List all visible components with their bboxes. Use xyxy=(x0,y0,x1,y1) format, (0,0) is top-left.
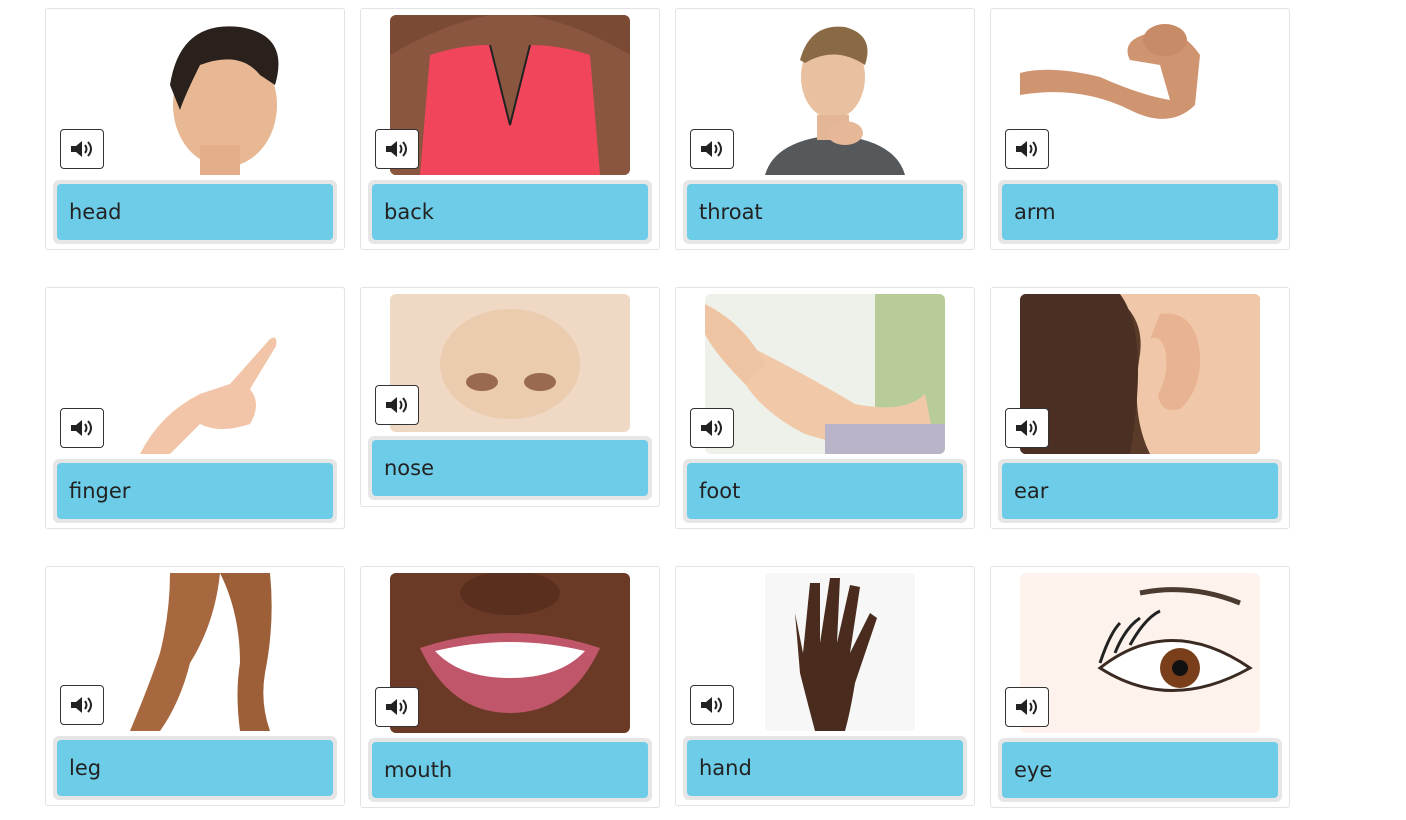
word-label-frame: eye xyxy=(998,738,1282,802)
flashcard-arm: arm xyxy=(990,8,1290,250)
word-label[interactable]: eye xyxy=(1002,742,1278,798)
play-sound-throat-button[interactable] xyxy=(690,129,734,169)
play-sound-arm-button[interactable] xyxy=(1005,129,1049,169)
play-sound-nose-button[interactable] xyxy=(375,385,419,425)
speaker-icon xyxy=(701,420,722,436)
speaker-icon xyxy=(71,420,92,436)
word-label[interactable]: foot xyxy=(687,463,963,519)
play-sound-back-button[interactable] xyxy=(375,129,419,169)
speaker-icon xyxy=(71,141,92,157)
speaker-icon xyxy=(701,141,722,157)
hand-photo xyxy=(705,573,945,731)
flashcard-hand: hand xyxy=(675,566,975,806)
play-sound-ear-button[interactable] xyxy=(1005,408,1049,448)
speaker-icon xyxy=(71,697,92,713)
flashcard-nose: nose xyxy=(360,287,660,507)
word-label-frame: back xyxy=(368,180,652,244)
flashcard-ear: ear xyxy=(990,287,1290,529)
word-label[interactable]: mouth xyxy=(372,742,648,798)
speaker-icon xyxy=(701,697,722,713)
foot-photo xyxy=(705,294,945,454)
word-label[interactable]: head xyxy=(57,184,333,240)
flashcard-finger: finger xyxy=(45,287,345,529)
word-label[interactable]: throat xyxy=(687,184,963,240)
word-label[interactable]: nose xyxy=(372,440,648,496)
play-sound-head-button[interactable] xyxy=(60,129,104,169)
word-label[interactable]: arm xyxy=(1002,184,1278,240)
flashcard-foot: foot xyxy=(675,287,975,529)
word-label-frame: hand xyxy=(683,736,967,800)
word-label-frame: mouth xyxy=(368,738,652,802)
speaker-icon xyxy=(386,397,407,413)
word-label-frame: head xyxy=(53,180,337,244)
head-photo xyxy=(90,15,330,175)
throat-photo xyxy=(705,15,945,175)
finger-photo xyxy=(90,294,330,454)
word-label-frame: finger xyxy=(53,459,337,523)
word-label-frame: foot xyxy=(683,459,967,523)
word-label-frame: ear xyxy=(998,459,1282,523)
mouth-photo xyxy=(390,573,630,733)
speaker-icon xyxy=(386,141,407,157)
speaker-icon xyxy=(386,699,407,715)
ear-photo xyxy=(1020,294,1260,454)
word-label-frame: leg xyxy=(53,736,337,800)
flashcard-back: back xyxy=(360,8,660,250)
word-label[interactable]: finger xyxy=(57,463,333,519)
leg-photo xyxy=(90,573,330,731)
word-label[interactable]: hand xyxy=(687,740,963,796)
play-sound-foot-button[interactable] xyxy=(690,408,734,448)
word-label[interactable]: ear xyxy=(1002,463,1278,519)
flashcard-grid: head back throat arm finger nose foot ea… xyxy=(0,0,1406,820)
speaker-icon xyxy=(1016,699,1037,715)
nose-photo xyxy=(390,294,630,432)
play-sound-finger-button[interactable] xyxy=(60,408,104,448)
play-sound-mouth-button[interactable] xyxy=(375,687,419,727)
flashcard-leg: leg xyxy=(45,566,345,806)
back-photo xyxy=(390,15,630,175)
flashcard-eye: eye xyxy=(990,566,1290,808)
word-label-frame: arm xyxy=(998,180,1282,244)
speaker-icon xyxy=(1016,141,1037,157)
play-sound-hand-button[interactable] xyxy=(690,685,734,725)
word-label[interactable]: back xyxy=(372,184,648,240)
flashcard-mouth: mouth xyxy=(360,566,660,808)
arm-photo xyxy=(1020,15,1260,175)
flashcard-head: head xyxy=(45,8,345,250)
word-label[interactable]: leg xyxy=(57,740,333,796)
word-label-frame: nose xyxy=(368,436,652,500)
word-label-frame: throat xyxy=(683,180,967,244)
play-sound-leg-button[interactable] xyxy=(60,685,104,725)
eye-photo xyxy=(1020,573,1260,733)
flashcard-throat: throat xyxy=(675,8,975,250)
play-sound-eye-button[interactable] xyxy=(1005,687,1049,727)
speaker-icon xyxy=(1016,420,1037,436)
